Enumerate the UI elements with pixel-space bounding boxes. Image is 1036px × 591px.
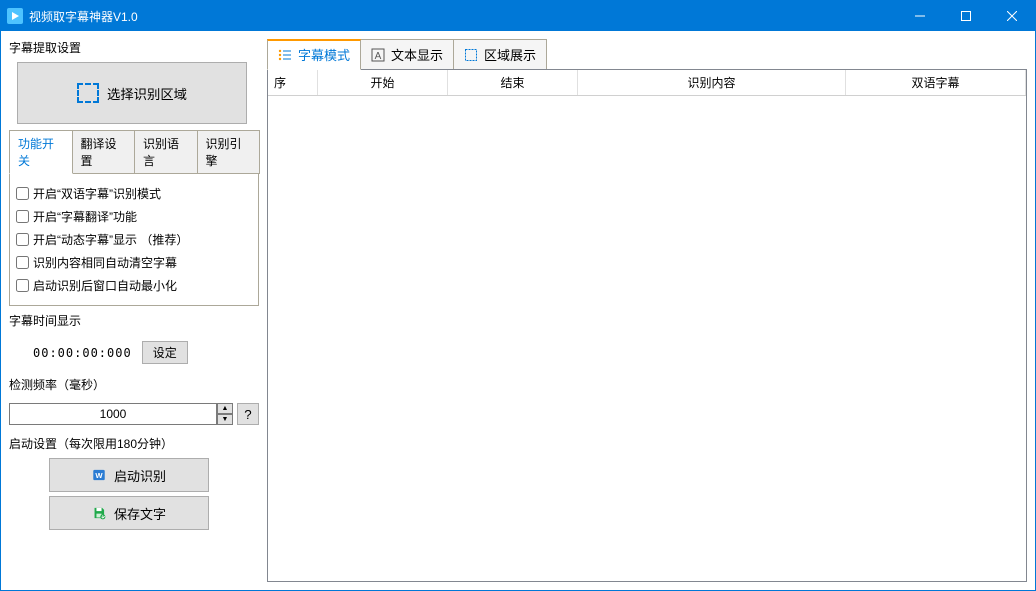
region-icon xyxy=(464,48,478,62)
tab-label: 文本显示 xyxy=(391,45,443,64)
col-content[interactable]: 识别内容 xyxy=(578,70,846,95)
tab-area-display[interactable]: 区域展示 xyxy=(453,39,547,70)
save-button-label: 保存文字 xyxy=(114,504,166,523)
checkbox-input[interactable] xyxy=(16,279,29,292)
close-button[interactable] xyxy=(989,1,1035,31)
checkbox-auto-clear[interactable]: 识别内容相同自动清空字幕 xyxy=(16,251,252,274)
col-bilingual[interactable]: 双语字幕 xyxy=(846,70,1026,95)
tab-text-display[interactable]: A 文本显示 xyxy=(360,39,454,70)
window-title: 视频取字幕神器V1.0 xyxy=(29,8,897,25)
frequency-help-button[interactable]: ? xyxy=(237,403,259,425)
word-icon: W xyxy=(92,468,106,482)
time-set-button[interactable]: 设定 xyxy=(142,341,188,364)
settings-tabs: 功能开关 翻译设置 识别语言 识别引擎 xyxy=(9,130,259,174)
app-body: 字幕提取设置 选择识别区域 功能开关 翻译设置 识别语言 识别引擎 开启“双语字… xyxy=(1,31,1035,590)
minimize-icon xyxy=(915,11,925,21)
app-window: 视频取字幕神器V1.0 字幕提取设置 选择识别区域 xyxy=(0,0,1036,591)
list-icon xyxy=(278,48,292,62)
select-area-button[interactable]: 选择识别区域 xyxy=(17,62,247,124)
checkbox-bilingual-mode[interactable]: 开启“双语字幕”识别模式 xyxy=(16,182,252,205)
window-controls xyxy=(897,1,1035,31)
checkbox-label: 开启“字幕翻译”功能 xyxy=(33,208,137,225)
time-display-label: 字幕时间显示 xyxy=(9,312,259,329)
checkbox-dynamic-display[interactable]: 开启“动态字幕”显示 （推荐） xyxy=(16,228,252,251)
table-body[interactable] xyxy=(268,96,1026,581)
app-icon xyxy=(7,8,23,24)
tab-recognition-language[interactable]: 识别语言 xyxy=(134,130,198,174)
right-panel: 字幕模式 A 文本显示 区域展示 序 开始 xyxy=(267,39,1027,582)
save-text-button[interactable]: 保存文字 xyxy=(49,496,209,530)
tab-label: 字幕模式 xyxy=(298,45,350,64)
checkbox-input[interactable] xyxy=(16,233,29,246)
text-icon: A xyxy=(371,48,385,62)
save-icon xyxy=(92,506,106,520)
tab-recognition-engine[interactable]: 识别引擎 xyxy=(197,130,261,174)
crop-icon xyxy=(77,83,99,103)
titlebar: 视频取字幕神器V1.0 xyxy=(1,1,1035,31)
tab-translate-settings[interactable]: 翻译设置 xyxy=(72,130,136,174)
svg-text:W: W xyxy=(95,471,103,480)
settings-tabs-group: 功能开关 翻译设置 识别语言 识别引擎 开启“双语字幕”识别模式 开启“字幕翻译… xyxy=(9,130,259,306)
col-index[interactable]: 序 xyxy=(268,70,318,95)
frequency-row: ▲ ▼ ? xyxy=(9,399,259,429)
minimize-button[interactable] xyxy=(897,1,943,31)
checkbox-input[interactable] xyxy=(16,210,29,223)
start-recognition-button[interactable]: W 启动识别 xyxy=(49,458,209,492)
checkbox-label: 开启“双语字幕”识别模式 xyxy=(33,185,161,202)
spinner-down[interactable]: ▼ xyxy=(217,414,233,425)
frequency-input[interactable] xyxy=(9,403,217,425)
time-value: 00:00:00:000 xyxy=(33,346,132,360)
checkbox-input[interactable] xyxy=(16,256,29,269)
extract-settings-label: 字幕提取设置 xyxy=(9,39,259,56)
right-tabs: 字幕模式 A 文本显示 区域展示 xyxy=(267,39,1027,70)
spinner-buttons: ▲ ▼ xyxy=(217,403,233,425)
close-icon xyxy=(1007,11,1017,21)
settings-tab-content: 开启“双语字幕”识别模式 开启“字幕翻译”功能 开启“动态字幕”显示 （推荐） … xyxy=(9,173,259,306)
checkbox-label: 启动识别后窗口自动最小化 xyxy=(33,277,177,294)
svg-text:A: A xyxy=(375,51,382,62)
right-content: 序 开始 结束 识别内容 双语字幕 xyxy=(267,69,1027,582)
tab-subtitle-mode[interactable]: 字幕模式 xyxy=(267,39,361,70)
startup-label: 启动设置（每次限用180分钟） xyxy=(9,435,259,452)
maximize-button[interactable] xyxy=(943,1,989,31)
frequency-group: 检测频率（毫秒） ▲ ▼ ? xyxy=(9,376,259,429)
tab-function-switch[interactable]: 功能开关 xyxy=(9,130,73,174)
startup-group: 启动设置（每次限用180分钟） W 启动识别 保存文字 xyxy=(9,435,259,534)
frequency-label: 检测频率（毫秒） xyxy=(9,376,259,393)
time-display-group: 字幕时间显示 00:00:00:000 设定 xyxy=(9,312,259,370)
checkbox-label: 开启“动态字幕”显示 （推荐） xyxy=(33,231,188,248)
table-header: 序 开始 结束 识别内容 双语字幕 xyxy=(268,70,1026,96)
select-area-label: 选择识别区域 xyxy=(107,84,187,103)
checkbox-translate[interactable]: 开启“字幕翻译”功能 xyxy=(16,205,252,228)
col-start[interactable]: 开始 xyxy=(318,70,448,95)
frequency-spinner: ▲ ▼ xyxy=(9,403,233,425)
tab-label: 区域展示 xyxy=(484,45,536,64)
checkbox-auto-minimize[interactable]: 启动识别后窗口自动最小化 xyxy=(16,274,252,297)
checkbox-label: 识别内容相同自动清空字幕 xyxy=(33,254,177,271)
start-button-label: 启动识别 xyxy=(114,466,166,485)
col-end[interactable]: 结束 xyxy=(448,70,578,95)
left-panel: 字幕提取设置 选择识别区域 功能开关 翻译设置 识别语言 识别引擎 开启“双语字… xyxy=(9,39,259,582)
extract-settings-group: 字幕提取设置 选择识别区域 xyxy=(9,39,259,124)
spinner-up[interactable]: ▲ xyxy=(217,403,233,414)
maximize-icon xyxy=(961,11,971,21)
checkbox-input[interactable] xyxy=(16,187,29,200)
time-display-row: 00:00:00:000 设定 xyxy=(9,335,259,370)
